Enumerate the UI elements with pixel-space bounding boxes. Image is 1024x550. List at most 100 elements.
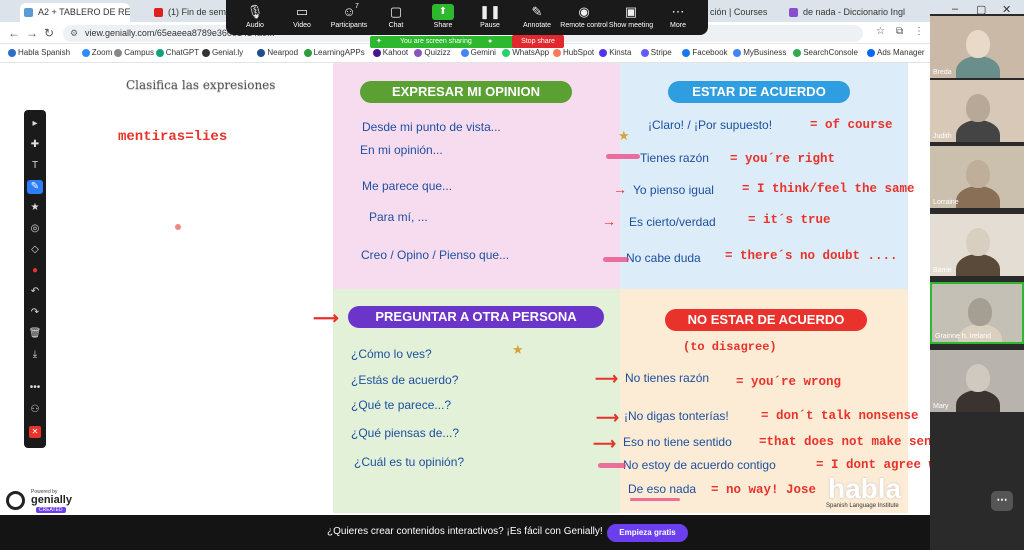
undo-icon[interactable]: ↶ [24, 286, 46, 297]
tab-youtube[interactable]: (1) Fin de semana en [150, 3, 226, 22]
site-info-icon[interactable]: ⚙ [70, 25, 78, 42]
bookmark-item[interactable]: Habla Spanish [8, 48, 70, 57]
bookmark-favicon-icon [81, 49, 90, 57]
opinion-item: En mi opinión... [360, 143, 443, 157]
zoom-button-label: Remote control [560, 22, 608, 29]
participants-button[interactable]: ☺ Participants [324, 2, 374, 29]
participant-avatar [968, 298, 992, 326]
participant-video-tile[interactable]: Barrie [930, 214, 1024, 276]
text-tool-icon[interactable]: T [24, 160, 46, 171]
save-icon[interactable]: ⤓ [24, 349, 46, 360]
tab-courses[interactable]: ción | Courses [708, 3, 778, 22]
more-options-button[interactable]: ⋯ [991, 491, 1013, 511]
opinion-item: Para mí, ... [369, 210, 428, 224]
color-picker-icon[interactable]: ● [24, 265, 46, 276]
pen-tool-icon[interactable]: ✎ [27, 180, 43, 194]
habla-logo: habla [828, 473, 902, 504]
youtube-icon [154, 8, 163, 17]
move-tool-icon[interactable]: ✚ [24, 139, 46, 150]
genially-slide: Clasifica las expresiones mentiras=lies … [108, 63, 989, 513]
bookmark-item[interactable]: Quizizz [414, 48, 451, 57]
participants-count: 7 [355, 3, 359, 10]
participant-video-tile[interactable]: Grainne h. Ireland [930, 282, 1024, 344]
show-meeting-button[interactable]: ▣ Show meeting [606, 2, 656, 29]
annotate-button[interactable]: ✎ Annotate [512, 2, 562, 29]
bookmark-item[interactable]: Kinsta [599, 48, 631, 57]
eraser-tool-icon[interactable]: ◇ [24, 244, 46, 255]
tab-label: de nada - Diccionario Inglés-Es [803, 7, 905, 17]
bookmark-label: HubSpot [563, 48, 595, 57]
clear-icon[interactable]: 🗑 [24, 328, 46, 339]
more-button[interactable]: ⋯ More [653, 2, 703, 29]
bookmark-favicon-icon [114, 49, 123, 57]
disagree-item: No estoy de acuerdo contigo [623, 458, 776, 472]
bookmark-item[interactable]: SearchConsole [793, 48, 858, 57]
bookmark-item[interactable]: Genial.ly [202, 48, 243, 57]
annotation-toolbar: ▸ ✚ T ✎ ★ ◎ ◇ ● ↶ ↷ 🗑 ⤓ ••• ⚇ ✕ [24, 110, 46, 448]
stamp-tool-icon[interactable]: ★ [24, 202, 46, 213]
back-icon[interactable]: ← [8, 26, 20, 40]
bookmark-item[interactable]: Gemini [460, 48, 496, 57]
bookmark-item[interactable]: Kahoot [372, 48, 408, 57]
bookmark-item[interactable]: LearningAPPs [303, 48, 365, 57]
bookmark-star-icon[interactable]: ☆ [876, 26, 885, 37]
agree-translation: = I think/feel the same [742, 182, 915, 196]
genially-tag: CREATED [36, 507, 66, 513]
chat-button[interactable]: ▢ Chat [371, 2, 421, 29]
zoom-button-label: Chat [388, 22, 404, 29]
genially-badge[interactable]: Powered by genially CREATED [6, 489, 76, 513]
share-icon: ⬆ [432, 4, 454, 20]
redo-icon[interactable]: ↷ [24, 307, 46, 318]
chat-icon: ▢ [389, 4, 403, 19]
ask-item: ¿Cómo lo ves? [351, 347, 432, 361]
bookmark-item[interactable]: Facebook [682, 48, 728, 57]
agree-item: Tienes razón [640, 151, 709, 165]
select-tool-icon[interactable]: ▸ [24, 118, 46, 129]
bookmark-favicon-icon [414, 49, 423, 57]
highlight-mark [598, 463, 626, 468]
bookmark-favicon-icon [502, 49, 511, 57]
participant-video-tile[interactable]: Judith [930, 80, 1024, 142]
bookmark-item[interactable]: Campus [114, 48, 154, 57]
menu-icon[interactable]: ⋮ [914, 26, 924, 37]
microphone-icon: 🎙 [246, 4, 264, 19]
bookmark-favicon-icon [8, 49, 16, 57]
disagree-translation: =that does not make sense [759, 435, 947, 449]
extensions-icon[interactable]: ⧉ [896, 26, 903, 37]
bookmark-item[interactable]: HubSpot [553, 48, 594, 57]
bookmark-favicon-icon [303, 49, 312, 57]
bookmark-item[interactable]: Ads Manager [867, 48, 925, 57]
participant-video-tile[interactable]: Lorraine [930, 146, 1024, 208]
participant-video-tile[interactable]: Mary [930, 350, 1024, 412]
more-tools-icon[interactable]: ••• [24, 382, 46, 393]
reload-icon[interactable]: ↻ [44, 26, 54, 40]
audio-button[interactable]: 🎙 Audio [230, 2, 280, 29]
tab-tablero[interactable]: A2 + TABLERO DE REPASO colo [20, 3, 130, 22]
tab-diccionario[interactable]: de nada - Diccionario Inglés-Es [785, 3, 905, 22]
stop-share-button[interactable]: Stop share [512, 35, 564, 48]
share-button[interactable]: ⬆ Share [418, 2, 468, 29]
opinion-item: Creo / Opino / Pienso que... [361, 248, 510, 262]
disagree-item: De eso nada [628, 482, 697, 496]
bookmark-label: WhatsApp [512, 48, 550, 57]
genially-footer-banner: ¿Quieres crear contenidos interactivos? … [0, 515, 930, 550]
bookmark-item[interactable]: MyBusiness [733, 48, 786, 57]
bookmark-item[interactable]: WhatsApp [502, 48, 549, 57]
user-annotate-icon[interactable]: ⚇ [24, 404, 46, 415]
bookmark-item[interactable]: Nearpod [257, 48, 298, 57]
start-free-button[interactable]: Empieza gratis [607, 524, 688, 542]
spotlight-tool-icon[interactable]: ◎ [24, 223, 46, 234]
agree-translation: = of course [810, 118, 893, 132]
video-button[interactable]: ▭ Video [277, 2, 327, 29]
pause-button[interactable]: ❚❚ Pause [465, 2, 515, 29]
bookmark-item[interactable]: ChatGPT [155, 48, 199, 57]
close-annotation-icon[interactable]: ✕ [29, 426, 41, 438]
remote-control-button[interactable]: ◉ Remote control [559, 2, 609, 29]
bookmark-item[interactable]: Stripe [640, 48, 672, 57]
arrow-annotation-icon: ⟶ [593, 436, 616, 453]
bookmark-item[interactable]: Zoom [81, 48, 113, 57]
forward-icon[interactable]: → [26, 26, 38, 40]
bookmark-label: Nearpod [267, 48, 299, 57]
participant-video-tile[interactable]: Breda [930, 16, 1024, 78]
bookmark-label: Zoom [91, 48, 113, 57]
